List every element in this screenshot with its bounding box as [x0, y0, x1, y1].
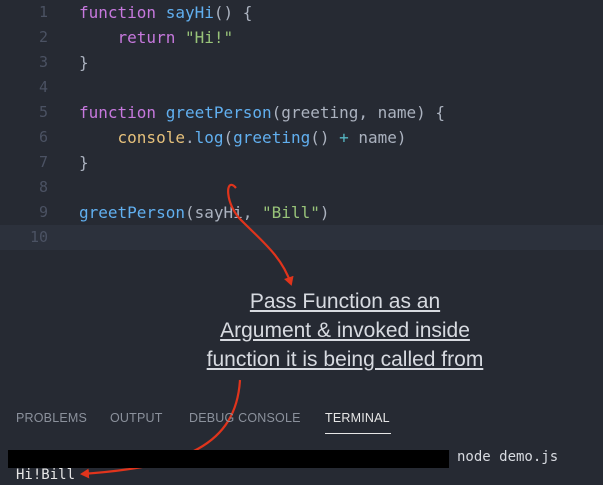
tab-output[interactable]: OUTPUT [110, 411, 163, 425]
annotation-text: Pass Function as an Argument & invoked i… [160, 287, 530, 374]
arrow-to-annotation [227, 183, 294, 286]
annotation-line-3: function it is being called from [206, 348, 484, 371]
active-tab-indicator [325, 433, 391, 434]
redacted-prompt [8, 450, 449, 468]
terminal-command: node demo.js [457, 449, 559, 465]
terminal[interactable]: node demo.js Hi!Bill [0, 440, 603, 485]
tab-problems[interactable]: PROBLEMS [16, 411, 87, 425]
panel-tabs: PROBLEMS OUTPUT DEBUG CONSOLE TERMINAL [0, 400, 603, 440]
terminal-output: Hi!Bill [16, 467, 76, 483]
tab-debug-console[interactable]: DEBUG CONSOLE [189, 411, 301, 425]
tab-terminal[interactable]: TERMINAL [325, 411, 390, 425]
annotation-line-1: Pass Function as an [249, 290, 441, 313]
annotation-line-2: Argument & invoked inside [220, 319, 470, 342]
